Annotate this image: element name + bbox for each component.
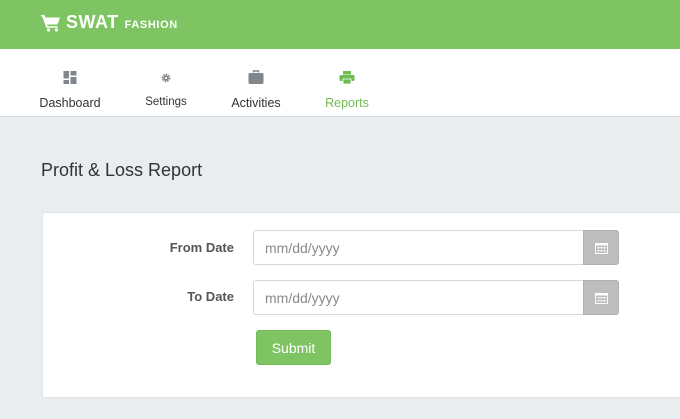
nav-label-activities: Activities: [231, 96, 281, 110]
nav-label-reports: Reports: [325, 96, 369, 110]
brand-name: SWAT: [66, 12, 119, 32]
from-date-calendar-button[interactable]: [583, 230, 619, 265]
nav-item-dashboard[interactable]: Dashboard: [30, 49, 110, 117]
to-date-input[interactable]: [253, 280, 583, 315]
main-nav: Dashboard Settings Activities Reports: [0, 49, 680, 117]
page-title: Profit & Loss Report: [41, 160, 203, 180]
gear-icon: [161, 73, 171, 83]
briefcase-icon: [248, 70, 264, 84]
calendar-icon: [594, 292, 608, 304]
top-bar: SWAT FASHION: [0, 0, 680, 49]
to-date-calendar-button[interactable]: [583, 280, 619, 315]
submit-button[interactable]: Submit: [256, 330, 331, 365]
nav-item-reports[interactable]: Reports: [317, 49, 377, 117]
printer-icon: [339, 71, 355, 84]
nav-label-dashboard: Dashboard: [39, 96, 101, 110]
nav-item-settings[interactable]: Settings: [136, 49, 196, 117]
nav-label-settings: Settings: [145, 96, 187, 108]
shopping-cart-icon: [41, 14, 60, 32]
to-date-label: To Date: [187, 289, 234, 304]
brand-logo[interactable]: SWAT FASHION: [41, 12, 178, 33]
from-date-input[interactable]: [253, 230, 583, 265]
dashboard-icon: [63, 71, 77, 84]
brand-subtitle: FASHION: [124, 19, 178, 31]
from-date-label: From Date: [169, 240, 234, 255]
calendar-icon: [594, 242, 608, 254]
nav-item-activities[interactable]: Activities: [220, 49, 292, 117]
